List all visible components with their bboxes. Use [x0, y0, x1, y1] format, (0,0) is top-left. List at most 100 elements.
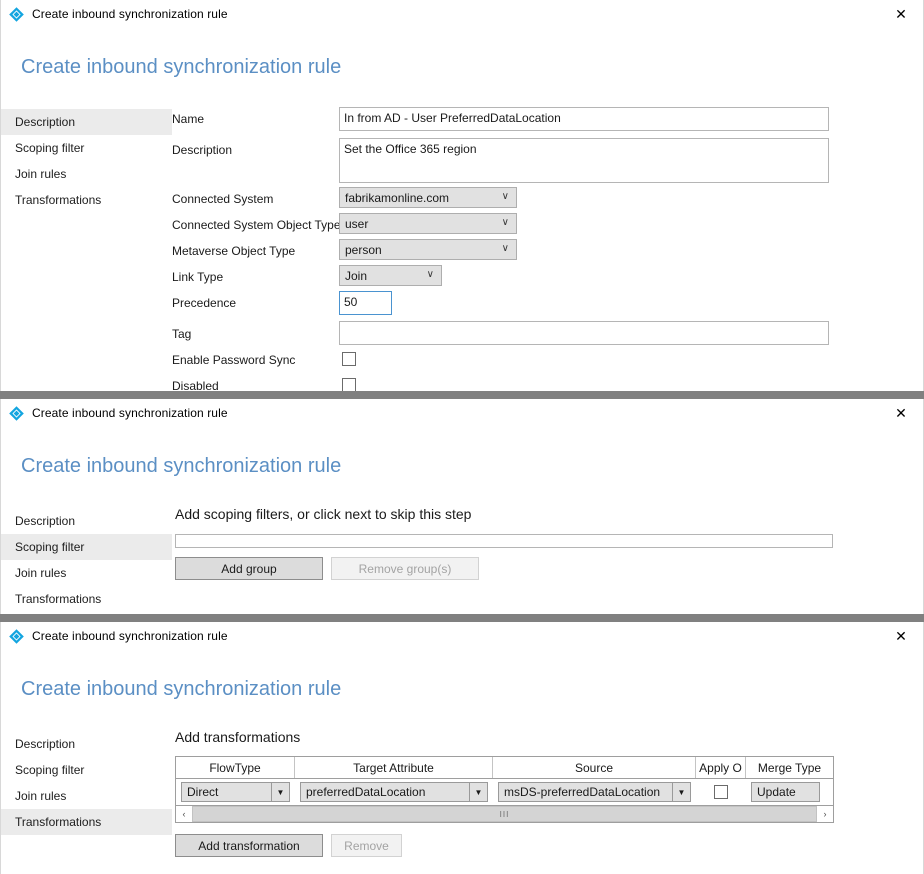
sidebar-item-scoping-filter[interactable]: Scoping filter — [1, 135, 172, 161]
sidebar-item-transformations[interactable]: Transformations — [1, 809, 172, 835]
screen: Create inbound synchronization rule ✕ Cr… — [0, 0, 924, 874]
form-content: Name In from AD - User PreferredDataLoca… — [172, 107, 923, 391]
flowtype-value: Direct — [187, 785, 219, 799]
enable-password-sync-label: Enable Password Sync — [172, 353, 296, 367]
add-transformation-button[interactable]: Add transformation — [175, 834, 323, 857]
panel-body: Description Scoping filter Join rules Tr… — [1, 729, 923, 857]
add-group-button[interactable]: Add group — [175, 557, 323, 580]
nav-list: Description Scoping filter Join rules Tr… — [1, 506, 172, 612]
source-select[interactable]: msDS-preferredDataLocation ▼ — [498, 782, 691, 802]
window-panel-transformations: Create inbound synchronization rule ✕ Cr… — [0, 622, 924, 874]
remove-groups-button[interactable]: Remove group(s) — [331, 557, 479, 580]
window-title: Create inbound synchronization rule — [32, 406, 228, 420]
scoping-filter-actions: Add group Remove group(s) — [175, 557, 923, 580]
scroll-right-arrow-icon[interactable]: › — [817, 806, 833, 822]
target-attribute-select[interactable]: preferredDataLocation ▼ — [300, 782, 488, 802]
flowtype-select[interactable]: Direct ▼ — [181, 782, 290, 802]
tag-input[interactable] — [339, 321, 829, 345]
scoping-filter-strip[interactable] — [175, 534, 833, 548]
sidebar-item-join-rules[interactable]: Join rules — [1, 560, 172, 586]
window-panel-scoping-filter: Create inbound synchronization rule ✕ Cr… — [0, 399, 924, 614]
source-value: msDS-preferredDataLocation — [504, 785, 661, 799]
sidebar-item-join-rules[interactable]: Join rules — [1, 783, 172, 809]
connected-system-object-type-select[interactable]: user ∨ — [339, 213, 517, 234]
target-attribute-value: preferredDataLocation — [306, 785, 426, 799]
page-title: Create inbound synchronization rule — [21, 678, 342, 700]
window-title: Create inbound synchronization rule — [32, 629, 228, 643]
sidebar-item-label: Scoping filter — [15, 540, 85, 554]
table-row: Direct ▼ preferredDataLocation ▼ msDS-pr… — [176, 779, 833, 805]
transformations-actions: Add transformation Remove — [175, 834, 923, 857]
page-title: Create inbound synchronization rule — [21, 56, 342, 78]
sidebar-item-join-rules[interactable]: Join rules — [1, 161, 172, 187]
scrollbar-track[interactable]: III — [192, 806, 817, 822]
cell-flowtype: Direct ▼ — [176, 779, 295, 805]
chevron-down-icon: ∨ — [501, 190, 509, 202]
nav-list: Description Scoping filter Join rules Tr… — [1, 729, 172, 835]
panel-body: Description Scoping filter Join rules Tr… — [1, 506, 923, 612]
name-label: Name — [172, 112, 205, 126]
window-panel-description: Create inbound synchronization rule ✕ Cr… — [0, 0, 924, 391]
sidebar-item-label: Transformations — [15, 193, 102, 207]
sidebar-item-label: Transformations — [15, 815, 102, 829]
connected-system-object-type-label: Connected System Object Type — [172, 218, 341, 232]
disabled-checkbox[interactable] — [342, 378, 356, 391]
metaverse-object-type-select[interactable]: person ∨ — [339, 239, 517, 260]
scrollbar-thumb[interactable]: III — [192, 806, 817, 822]
connected-system-label: Connected System — [172, 192, 274, 206]
tag-label: Tag — [172, 327, 192, 341]
remove-button[interactable]: Remove — [331, 834, 402, 857]
connected-system-select[interactable]: fabrikamonline.com ∨ — [339, 187, 517, 208]
scoping-filter-heading: Add scoping filters, or click next to sk… — [175, 506, 472, 522]
sidebar-item-description[interactable]: Description — [1, 731, 172, 757]
column-header-flowtype[interactable]: FlowType — [176, 757, 295, 778]
metaverse-object-type-value: person — [345, 242, 382, 257]
title-bar: Create inbound synchronization rule ✕ — [1, 0, 923, 28]
table-header-row: FlowType Target Attribute Source Apply O… — [176, 757, 833, 779]
enable-password-sync-checkbox[interactable] — [342, 352, 356, 366]
panel-body: Description Scoping filter Join rules Tr… — [1, 107, 923, 391]
precedence-label: Precedence — [172, 296, 237, 310]
column-header-target-attribute[interactable]: Target Attribute — [295, 757, 493, 778]
disabled-label: Disabled — [172, 379, 219, 391]
diamond-icon — [9, 628, 24, 644]
panel-separator — [0, 614, 924, 622]
connected-system-value: fabrikamonline.com — [345, 190, 450, 205]
title-bar: Create inbound synchronization rule ✕ — [1, 622, 923, 650]
title-bar: Create inbound synchronization rule ✕ — [1, 399, 923, 427]
sidebar-item-label: Description — [15, 514, 76, 528]
sidebar-item-label: Join rules — [15, 566, 67, 580]
column-header-source[interactable]: Source — [493, 757, 696, 778]
link-type-value: Join — [345, 268, 368, 283]
diamond-icon — [9, 405, 24, 421]
sidebar-item-label: Scoping filter — [15, 763, 85, 777]
close-icon[interactable]: ✕ — [879, 0, 923, 28]
merge-type-value[interactable]: Update — [751, 782, 820, 802]
horizontal-scrollbar[interactable]: ‹ III › — [175, 806, 834, 823]
transformations-table: FlowType Target Attribute Source Apply O… — [175, 756, 834, 806]
dropdown-arrow-icon: ▼ — [672, 783, 690, 801]
scroll-left-arrow-icon[interactable]: ‹ — [176, 806, 192, 822]
apply-once-checkbox[interactable] — [714, 785, 728, 799]
metaverse-object-type-label: Metaverse Object Type — [172, 244, 296, 258]
link-type-label: Link Type — [172, 270, 224, 284]
column-header-apply-once[interactable]: Apply O — [696, 757, 746, 778]
sidebar-item-description[interactable]: Description — [1, 508, 172, 534]
nav-list: Description Scoping filter Join rules Tr… — [1, 107, 172, 213]
sidebar-item-description[interactable]: Description — [1, 109, 172, 135]
close-icon[interactable]: ✕ — [879, 399, 923, 427]
description-input[interactable]: Set the Office 365 region — [339, 138, 829, 183]
precedence-input[interactable]: 50 — [339, 291, 392, 315]
sidebar-item-scoping-filter[interactable]: Scoping filter — [1, 757, 172, 783]
close-icon[interactable]: ✕ — [879, 622, 923, 650]
sidebar-item-transformations[interactable]: Transformations — [1, 586, 172, 612]
sidebar-item-scoping-filter[interactable]: Scoping filter — [1, 534, 172, 560]
name-input[interactable]: In from AD - User PreferredDataLocation — [339, 107, 829, 131]
transformations-content: Add transformations FlowType Target Attr… — [172, 729, 923, 857]
sidebar-item-transformations[interactable]: Transformations — [1, 187, 172, 213]
link-type-select[interactable]: Join ∨ — [339, 265, 442, 286]
description-label: Description — [172, 143, 233, 157]
panel-separator — [0, 391, 924, 399]
connected-system-object-type-value: user — [345, 216, 369, 231]
column-header-merge-type[interactable]: Merge Type — [746, 757, 833, 778]
